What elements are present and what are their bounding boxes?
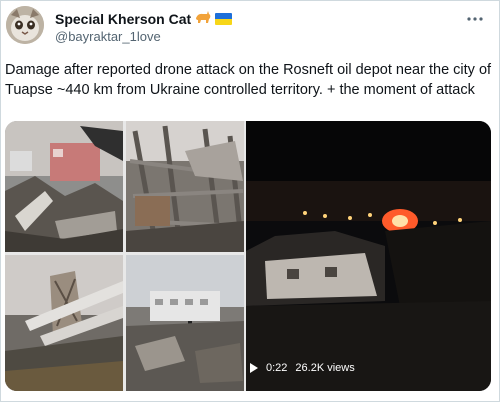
- play-icon[interactable]: [250, 363, 258, 373]
- video-time: 0:22: [266, 362, 288, 374]
- damage-photo-1[interactable]: [5, 121, 123, 252]
- video-controls: 0:22 26.2K views: [250, 362, 355, 374]
- ukraine-flag-icon: [215, 12, 233, 25]
- ellipsis-icon[interactable]: [467, 9, 483, 25]
- cat-avatar-image: [6, 6, 44, 44]
- author-name[interactable]: Special Kherson Cat: [55, 11, 191, 27]
- tweet-text: Damage after reported drone attack on th…: [5, 62, 492, 98]
- author-name-row[interactable]: Special Kherson Cat: [55, 10, 233, 27]
- damage-photo-2[interactable]: [126, 121, 244, 252]
- damage-photo-4[interactable]: [126, 255, 244, 391]
- avatar[interactable]: [6, 6, 44, 44]
- video-thumbnail[interactable]: [246, 121, 491, 391]
- damage-photo-3[interactable]: [5, 255, 123, 391]
- author-handle[interactable]: @bayraktar_1love: [55, 29, 161, 44]
- video-views: 26.2K views: [295, 362, 355, 374]
- media-grid[interactable]: [5, 121, 491, 391]
- cat-emoji-icon: [195, 10, 211, 27]
